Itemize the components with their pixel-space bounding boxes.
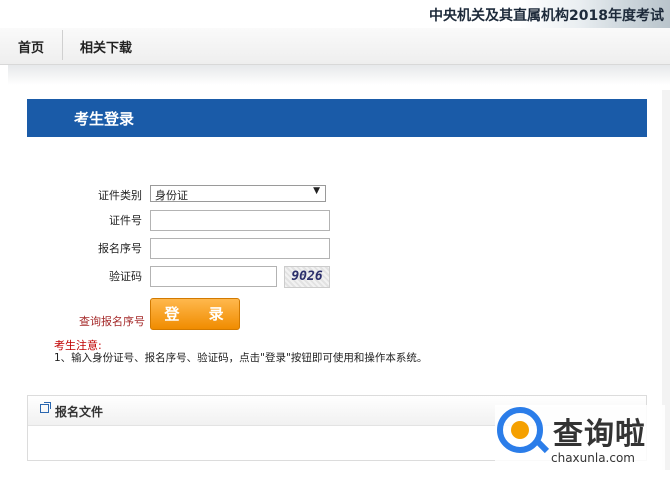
login-button[interactable]: 登 录 [150, 298, 240, 330]
nav-downloads[interactable]: 相关下载 [80, 37, 132, 56]
nav-home[interactable]: 首页 [18, 37, 44, 56]
reg-number-label: 报名序号 [98, 242, 142, 255]
files-panel-title[interactable]: 报名文件 [55, 403, 103, 420]
id-type-select[interactable]: 身份证 ▼ [150, 185, 326, 202]
captcha-image[interactable]: 9026 [284, 266, 330, 288]
id-type-value: 身份证 [155, 189, 188, 202]
note-body: 1、输入身份证号、报名序号、验证码，点击"登录"按钮即可使用和操作本系统。 [54, 352, 428, 364]
top-banner: 中央机关及其直属机构2018年度考试 [0, 0, 670, 28]
captcha-label: 验证码 [109, 270, 142, 283]
top-nav: 首页 相关下载 [0, 28, 670, 65]
banner-title: 中央机关及其直属机构2018年度考试 [429, 8, 664, 24]
watermark: 查询啦 chaxunla.com [495, 405, 665, 470]
id-type-label: 证件类别 [98, 189, 142, 202]
login-header-title: 考生登录 [74, 110, 135, 128]
captcha-input[interactable] [150, 266, 277, 287]
query-reg-number-link[interactable]: 查询报名序号 [79, 313, 145, 329]
watermark-domain: chaxunla.com [551, 451, 635, 465]
watermark-brand: 查询啦 [553, 417, 646, 452]
id-number-input[interactable] [150, 210, 330, 231]
dropdown-arrow-icon: ▼ [313, 186, 320, 196]
magnifier-logo-icon [497, 407, 550, 454]
reg-number-input[interactable] [150, 238, 330, 259]
external-link-icon [40, 402, 51, 413]
nav-divider [62, 30, 63, 60]
nav-shadow [8, 65, 670, 85]
login-header-bar: 考生登录 [27, 99, 647, 137]
id-number-label: 证件号 [109, 214, 142, 227]
